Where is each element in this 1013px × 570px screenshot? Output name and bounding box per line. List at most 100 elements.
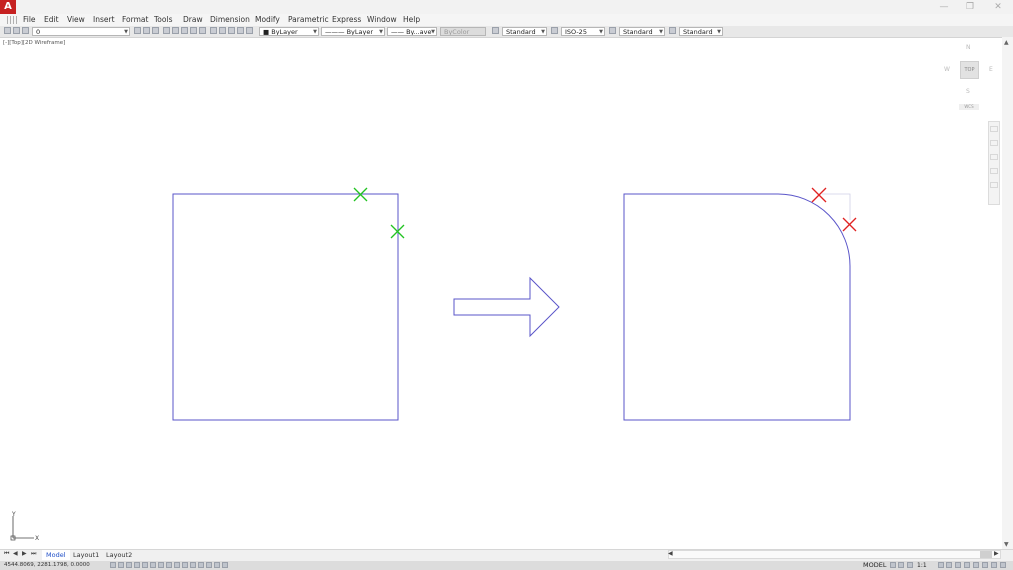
left-square[interactable] [172,193,399,421]
first-tab-icon[interactable]: ⏮ [4,550,9,558]
dim-style-icon[interactable] [551,27,558,34]
polar-tracking-icon[interactable] [142,562,148,568]
pan-icon[interactable] [990,140,998,146]
layer-unlock-icon[interactable] [199,27,206,34]
next-tab-icon[interactable]: ▶ [22,550,27,557]
menu-edit[interactable]: Edit [42,14,61,26]
prev-tab-icon[interactable]: ◀ [13,550,18,557]
selection-cycling-icon[interactable] [214,562,220,568]
workspace-switching-icon[interactable] [955,562,961,568]
menu-parametric[interactable]: Parametric [286,14,331,26]
menu-draw[interactable]: Draw [181,14,205,26]
menu-express[interactable]: Express [330,14,363,26]
menu-dimension[interactable]: Dimension [208,14,252,26]
dynamic-ucs-icon[interactable] [174,562,180,568]
snap-mode-icon[interactable] [118,562,124,568]
scrollbar-thumb[interactable] [980,551,992,558]
menu-format[interactable]: Format [120,14,150,26]
annotation-scale-value[interactable]: 1:1 [917,561,927,570]
layer-merge-icon[interactable] [228,27,235,34]
annotation-visibility-icon[interactable] [938,562,944,568]
coordinates-readout[interactable]: 4544.8069, 2281.1798, 0.0000 [4,561,90,570]
status-menu-icon[interactable] [991,562,997,568]
object-snap-icon[interactable] [150,562,156,568]
viewcube-top-face[interactable]: TOP [960,61,979,79]
viewcube-south[interactable]: S [966,88,970,95]
layer-delete-icon[interactable] [237,27,244,34]
lineweight-dropdown[interactable]: —— By...ave ▼ [387,27,437,36]
layer-previous-icon[interactable] [143,27,150,34]
dim-style-dropdown[interactable]: ISO-25 ▼ [561,27,605,36]
model-space-toggle[interactable]: MODEL [863,561,886,570]
layer-lock-icon[interactable] [190,27,197,34]
layer-copy-icon[interactable] [246,27,253,34]
menu-insert[interactable]: Insert [91,14,117,26]
text-style-icon[interactable] [492,27,499,34]
layer-off-icon[interactable] [181,27,188,34]
scroll-down-icon[interactable]: ▼ [1004,541,1009,548]
layer-freeze-icon[interactable] [22,27,29,34]
viewcube-north[interactable]: N [966,44,971,51]
ortho-mode-icon[interactable] [134,562,140,568]
scroll-right-icon[interactable]: ▶ [994,550,999,557]
linetype-dropdown[interactable]: ——— ByLayer ▼ [321,27,385,36]
quick-view-layouts-icon[interactable] [890,562,896,568]
viewcube-wcs-menu[interactable]: WCS [959,104,979,110]
viewport-controls-label[interactable]: [-][Top][2D Wireframe] [3,40,65,46]
menu-window[interactable]: Window [365,14,399,26]
ucs-icon[interactable]: Y X [8,510,44,544]
annotation-scale-icon[interactable] [907,562,913,568]
3d-object-snap-icon[interactable] [158,562,164,568]
steering-wheel-icon[interactable] [990,126,998,132]
lineweight-icon[interactable] [190,562,196,568]
table-style-dropdown[interactable]: Standard ▼ [619,27,665,36]
vertical-scrollbar[interactable] [1002,37,1013,549]
tab-layout2[interactable]: Layout2 [102,550,136,560]
annotation-monitor-icon[interactable] [222,562,228,568]
transparency-icon[interactable] [198,562,204,568]
dynamic-input-icon[interactable] [182,562,188,568]
viewcube-west[interactable]: W [944,66,950,73]
close-icon[interactable]: ✕ [988,1,1008,13]
menu-file[interactable]: File [21,14,38,26]
layer-properties-icon[interactable] [4,27,11,34]
menu-help[interactable]: Help [401,14,422,26]
mleader-style-icon[interactable] [669,27,676,34]
quick-properties-icon[interactable] [206,562,212,568]
restore-icon[interactable]: ❐ [960,1,980,13]
horizontal-scrollbar[interactable] [668,550,1001,559]
text-style-dropdown[interactable]: Standard ▼ [502,27,547,36]
quick-view-drawings-icon[interactable] [898,562,904,568]
hardware-acceleration-icon[interactable] [982,562,988,568]
layer-walk-icon[interactable] [152,27,159,34]
zoom-icon[interactable] [990,154,998,160]
scroll-left-icon[interactable]: ◀ [668,550,673,557]
grid-display-icon[interactable] [126,562,132,568]
clean-screen-icon[interactable] [1000,562,1006,568]
make-current-icon[interactable] [134,27,141,34]
layer-change-icon[interactable] [219,27,226,34]
auto-scale-icon[interactable] [946,562,952,568]
lock-ui-icon[interactable] [964,562,970,568]
layer-unisolate-icon[interactable] [172,27,179,34]
table-style-icon[interactable] [609,27,616,34]
showmotion-icon[interactable] [990,182,998,188]
menu-view[interactable]: View [65,14,87,26]
drawing-canvas[interactable] [0,37,1013,549]
minimize-icon[interactable]: — [934,1,954,13]
last-tab-icon[interactable]: ⏭ [31,550,36,558]
layer-state-icon[interactable] [13,27,20,34]
tab-model[interactable]: Model [42,550,70,560]
color-dropdown[interactable]: ■ ByLayer ▼ [259,27,319,36]
orbit-icon[interactable] [990,168,998,174]
layer-dropdown[interactable]: 0 ▼ [32,27,130,36]
layer-match-icon[interactable] [210,27,217,34]
filleted-square[interactable] [623,193,851,421]
mleader-style-dropdown[interactable]: Standard ▼ [679,27,723,36]
menu-tools[interactable]: Tools [152,14,174,26]
isolate-objects-icon[interactable] [973,562,979,568]
viewcube-east[interactable]: E [989,66,993,73]
menu-modify[interactable]: Modify [253,14,282,26]
snap-tracking-icon[interactable] [166,562,172,568]
tab-layout1[interactable]: Layout1 [69,550,103,560]
